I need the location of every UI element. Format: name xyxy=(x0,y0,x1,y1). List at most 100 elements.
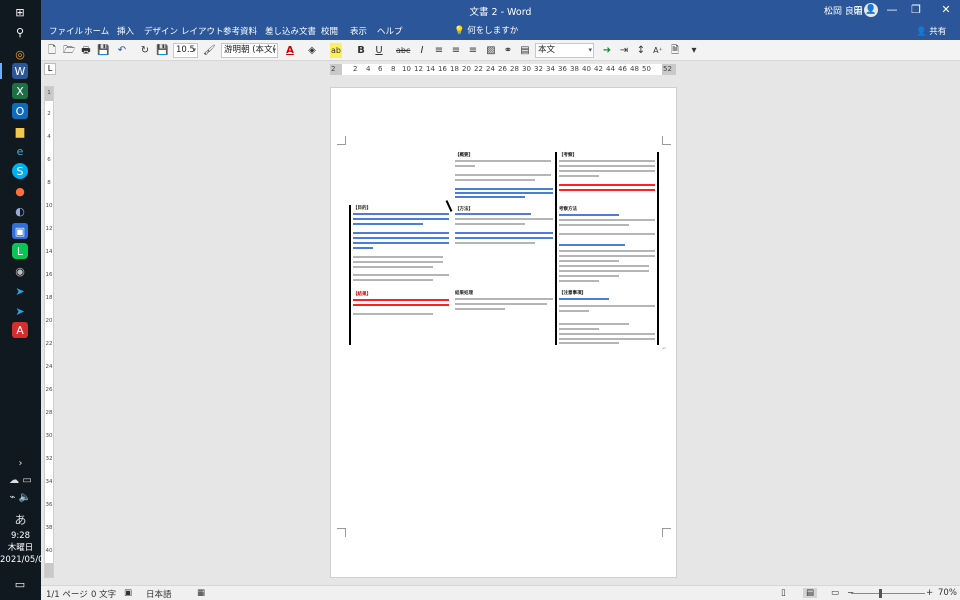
underline-button[interactable]: U xyxy=(373,43,385,58)
text-line[interactable] xyxy=(455,192,553,194)
font-color-icon[interactable]: A xyxy=(284,43,296,58)
ribbon-display-options-button[interactable]: ⊞ xyxy=(841,0,875,20)
zoom-slider[interactable] xyxy=(851,593,925,594)
outlook-icon[interactable]: O xyxy=(12,103,28,119)
text-line[interactable] xyxy=(559,323,629,325)
text-line[interactable] xyxy=(455,174,551,176)
section-title[interactable]: 考察方法 xyxy=(559,206,577,212)
text-line[interactable] xyxy=(353,232,449,234)
undo-icon[interactable]: ↶ xyxy=(116,43,128,58)
text-line[interactable] xyxy=(559,270,649,272)
tab-file[interactable]: ファイル xyxy=(49,25,83,37)
textbox-icon[interactable]: ▤ xyxy=(519,43,531,58)
tab-references[interactable]: 参考資料 xyxy=(223,25,257,37)
align-center-icon[interactable]: ≡ xyxy=(450,43,462,58)
redo-icon[interactable]: ↻ xyxy=(139,43,151,58)
section-title[interactable]: 結果処理 xyxy=(455,290,473,296)
text-line[interactable] xyxy=(353,256,443,258)
zoom-in-button[interactable]: + xyxy=(926,588,933,598)
text-line[interactable] xyxy=(559,342,619,344)
tell-me-search[interactable]: 💡 何をしますか xyxy=(454,24,518,36)
excel-icon[interactable]: X xyxy=(12,83,28,99)
section-title[interactable]: 【目的】 xyxy=(353,205,371,211)
restore-button[interactable]: ❐ xyxy=(899,0,933,20)
text-line[interactable] xyxy=(559,310,589,312)
tab-selector[interactable]: L xyxy=(44,63,56,75)
text-line[interactable] xyxy=(559,250,655,252)
text-line[interactable] xyxy=(559,175,599,177)
firefox-icon[interactable]: ● xyxy=(12,183,28,199)
text-line[interactable] xyxy=(559,280,599,282)
highlight-icon[interactable]: ab xyxy=(330,43,342,58)
text-line[interactable] xyxy=(559,333,655,335)
strikethrough-button[interactable]: abc xyxy=(396,43,410,58)
arrow-right-icon[interactable]: ➜ xyxy=(601,43,613,58)
bold-button[interactable]: B xyxy=(355,43,367,58)
zoom-level[interactable]: 70% xyxy=(938,588,957,598)
text-line[interactable] xyxy=(559,328,599,330)
text-line[interactable] xyxy=(455,298,553,300)
picture-icon[interactable]: ▨ xyxy=(485,43,497,58)
read-mode-icon[interactable]: ▯ xyxy=(781,588,786,598)
acrobat-icon[interactable]: A xyxy=(12,322,28,338)
app-icon[interactable]: ◉ xyxy=(12,263,28,279)
text-line[interactable] xyxy=(353,274,449,276)
text-line[interactable] xyxy=(559,160,655,162)
text-line[interactable] xyxy=(559,265,649,267)
tab-insert[interactable]: 挿入 xyxy=(117,25,134,37)
text-line[interactable] xyxy=(455,165,475,167)
shading-icon[interactable]: ◈ xyxy=(306,43,318,58)
text-line[interactable] xyxy=(455,237,553,239)
tab-layout[interactable]: レイアウト xyxy=(181,25,224,37)
section-title[interactable]: 【概要】 xyxy=(455,152,473,158)
horizontal-ruler[interactable]: 2 2 4 6 8 10 12 14 16 18 20 22 24 26 28 … xyxy=(330,64,676,75)
word-count[interactable]: 0 文字 xyxy=(91,588,116,600)
text-line[interactable] xyxy=(353,213,449,215)
section-title[interactable]: 【考察】 xyxy=(559,152,577,158)
app-icon[interactable]: ▣ xyxy=(12,223,28,239)
font-size-up-icon[interactable]: A⁺ xyxy=(652,43,664,58)
vertical-ruler[interactable]: 1 2 4 6 8 10 12 14 16 18 20 22 24 26 28 … xyxy=(44,86,54,578)
text-line[interactable] xyxy=(455,188,553,190)
text-line[interactable] xyxy=(559,298,609,300)
web-layout-icon[interactable]: ▭ xyxy=(831,588,839,598)
text-line[interactable] xyxy=(559,219,655,221)
save-icon[interactable]: 💾 xyxy=(156,43,168,58)
text-line[interactable] xyxy=(455,179,535,181)
tab-home[interactable]: ホーム xyxy=(84,25,109,37)
app-icon[interactable]: ◐ xyxy=(12,203,28,219)
cloud-icon[interactable]: ☁ ▭ xyxy=(0,475,41,486)
print-layout-icon[interactable]: ▤ xyxy=(803,588,818,598)
print-preview-icon[interactable]: 🖶 xyxy=(80,43,92,58)
text-line[interactable] xyxy=(559,214,619,216)
text-line[interactable] xyxy=(559,170,655,172)
text-line[interactable] xyxy=(455,303,547,305)
text-line[interactable] xyxy=(455,242,535,244)
link-icon[interactable]: ⚭ xyxy=(502,43,514,58)
open-icon[interactable]: 🗁 xyxy=(63,43,75,58)
section-title[interactable]: 【結果】 xyxy=(353,291,371,297)
chevron-up-icon[interactable]: › xyxy=(0,458,41,469)
clock[interactable]: 9:28 木曜日 2021/05/06 xyxy=(0,530,49,566)
cortana-icon[interactable]: ◎ xyxy=(12,46,28,62)
search-icon[interactable]: ⚲ xyxy=(12,24,28,40)
customize-toolbar-icon[interactable]: ▾ xyxy=(688,43,700,58)
word-icon[interactable]: W xyxy=(12,63,28,79)
language[interactable]: 日本語 xyxy=(146,588,172,600)
text-line[interactable] xyxy=(353,299,449,301)
text-line[interactable] xyxy=(559,189,655,191)
text-line[interactable] xyxy=(455,223,525,225)
text-line[interactable] xyxy=(559,338,655,340)
style-combo[interactable]: 本文 ▾ xyxy=(535,43,594,58)
macro-icon[interactable]: ▦ xyxy=(197,588,205,598)
text-line[interactable] xyxy=(559,244,625,246)
page-count[interactable]: 1/1 ページ xyxy=(46,588,88,600)
telegram-icon[interactable]: ➤ xyxy=(12,303,28,319)
text-line[interactable] xyxy=(353,242,449,244)
notification-icon[interactable]: ▭ xyxy=(12,576,28,592)
text-line[interactable] xyxy=(353,218,449,220)
text-line[interactable] xyxy=(455,218,553,220)
file-explorer-icon[interactable]: ▆ xyxy=(12,123,28,139)
save-as-icon[interactable]: 💾 xyxy=(97,43,109,58)
text-line[interactable] xyxy=(353,223,423,225)
